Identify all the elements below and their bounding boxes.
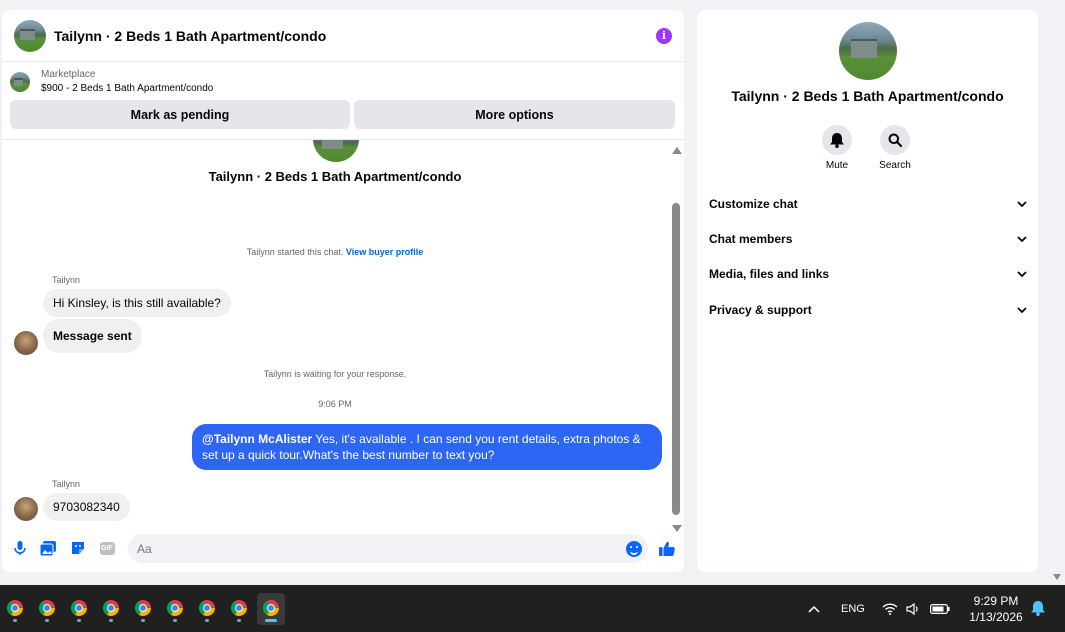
scroll-up-arrow[interactable] [672,147,682,154]
clock-time: 9:29 PM [973,594,1019,608]
microphone-icon[interactable] [12,540,28,556]
chevron-down-icon [1017,201,1027,207]
sender-avatar[interactable] [14,497,38,521]
timestamp: 9:06 PM [318,399,352,409]
taskbar-chrome-app[interactable] [33,593,61,625]
search-icon [880,125,910,155]
chat-header: Tailynn · 2 Beds 1 Bath Apartment/condo … [2,10,684,62]
chrome-icon [167,600,183,616]
thread-avatar [313,140,359,162]
conversation-info-panel: Tailynn · 2 Beds 1 Bath Apartment/condo … [697,10,1038,572]
customize-chat-section[interactable]: Customize chat [709,194,1027,214]
chrome-icon [263,600,279,616]
taskbar-chrome-app[interactable] [97,593,125,625]
incoming-message[interactable]: 9703082340 [43,493,130,521]
mention[interactable]: @Tailynn McAlister [202,432,312,446]
privacy-support-section[interactable]: Privacy & support [709,300,1027,320]
chrome-icon [39,600,55,616]
view-buyer-profile-link[interactable]: View buyer profile [346,247,423,257]
mark-as-pending-button[interactable]: Mark as pending [10,100,350,129]
speaker-icon[interactable] [906,585,920,632]
chrome-icon [135,600,151,616]
taskbar-chrome-app[interactable] [65,593,93,625]
taskbar-chrome-app-active[interactable] [257,593,285,625]
chat-panel: Tailynn · 2 Beds 1 Bath Apartment/condo … [2,10,684,572]
listing-thumbnail [10,72,30,92]
wifi-icon[interactable] [882,585,898,632]
sender-name: Tailynn [52,479,81,489]
incoming-message[interactable]: Message sent [43,319,142,353]
show-hidden-icons-chevron-up-icon[interactable] [808,585,820,632]
search-button[interactable]: Search [865,125,925,171]
section-label: Customize chat [709,197,798,211]
listing-summary: $900 - 2 Beds 1 Bath Apartment/condo [41,83,214,94]
thread-title: Tailynn · 2 Beds 1 Bath Apartment/condo [208,169,462,184]
search-label: Search [879,160,911,171]
taskbar: ENG 9:29 PM 1/13/2026 [0,585,1065,632]
chat-title[interactable]: Tailynn · 2 Beds 1 Bath Apartment/condo [54,28,326,44]
marketplace-listing[interactable]: Marketplace $900 - 2 Beds 1 Bath Apartme… [2,62,684,96]
composer: GIF [2,532,684,564]
marketplace-label: Marketplace [41,69,96,80]
sticker-icon[interactable] [70,540,86,556]
section-label: Chat members [709,232,793,246]
chevron-down-icon [1017,236,1027,242]
taskbar-chrome-app[interactable] [1,593,29,625]
section-label: Privacy & support [709,303,812,317]
notification-bell-icon[interactable] [1031,585,1045,632]
thread-scrollbar[interactable] [670,142,682,532]
chrome-icon [7,600,23,616]
more-options-button[interactable]: More options [354,100,675,129]
listing-avatar-large[interactable] [839,22,897,80]
chat-started-notice: Tailynn started this chat. View buyer pr… [2,247,668,257]
bell-icon [822,125,852,155]
mute-button[interactable]: Mute [807,125,867,171]
gif-icon[interactable]: GIF [99,540,115,556]
chrome-icon [199,600,215,616]
chat-started-text: Tailynn started this chat. [246,247,344,257]
section-label: Media, files and links [709,267,830,281]
chrome-icon [71,600,87,616]
scroll-thumb[interactable] [672,203,680,515]
system-clock[interactable]: 9:29 PM 1/13/2026 [962,593,1030,625]
message-thread: Tailynn · 2 Beds 1 Bath Apartment/condo … [2,140,668,525]
info-title: Tailynn · 2 Beds 1 Bath Apartment/condo [731,88,1004,104]
chevron-down-icon [1017,271,1027,277]
photo-icon[interactable] [40,540,56,556]
taskbar-chrome-app[interactable] [161,593,189,625]
battery-icon[interactable] [930,585,950,632]
sender-avatar[interactable] [14,331,38,355]
message-input[interactable] [128,534,648,563]
outgoing-message[interactable]: @Tailynn McAlister Yes, it's available .… [192,424,662,470]
gif-label: GIF [99,541,115,555]
chrome-icon [103,600,119,616]
chevron-down-icon [1017,307,1027,313]
incoming-message[interactable]: Hi Kinsley, is this still available? [43,289,231,317]
info-icon[interactable]: i [656,27,672,44]
clock-date: 1/13/2026 [969,610,1023,624]
listing-avatar[interactable] [14,19,46,52]
scroll-down-arrow[interactable] [672,525,682,532]
waiting-notice: Tailynn is waiting for your response. [263,369,407,379]
thumbs-up-icon[interactable] [659,540,675,556]
language-indicator[interactable]: ENG [841,585,865,632]
page-scroll-down-arrow[interactable] [1053,574,1061,580]
sender-name: Tailynn [52,275,81,285]
chat-members-section[interactable]: Chat members [709,229,1027,249]
listing-actions: Mark as pending More options [2,96,684,129]
emoji-icon[interactable] [626,541,642,557]
mute-label: Mute [825,160,849,171]
media-files-links-section[interactable]: Media, files and links [709,264,1027,284]
chrome-icon [231,600,247,616]
taskbar-chrome-app[interactable] [193,593,221,625]
taskbar-chrome-app[interactable] [129,593,157,625]
taskbar-chrome-app[interactable] [225,593,253,625]
